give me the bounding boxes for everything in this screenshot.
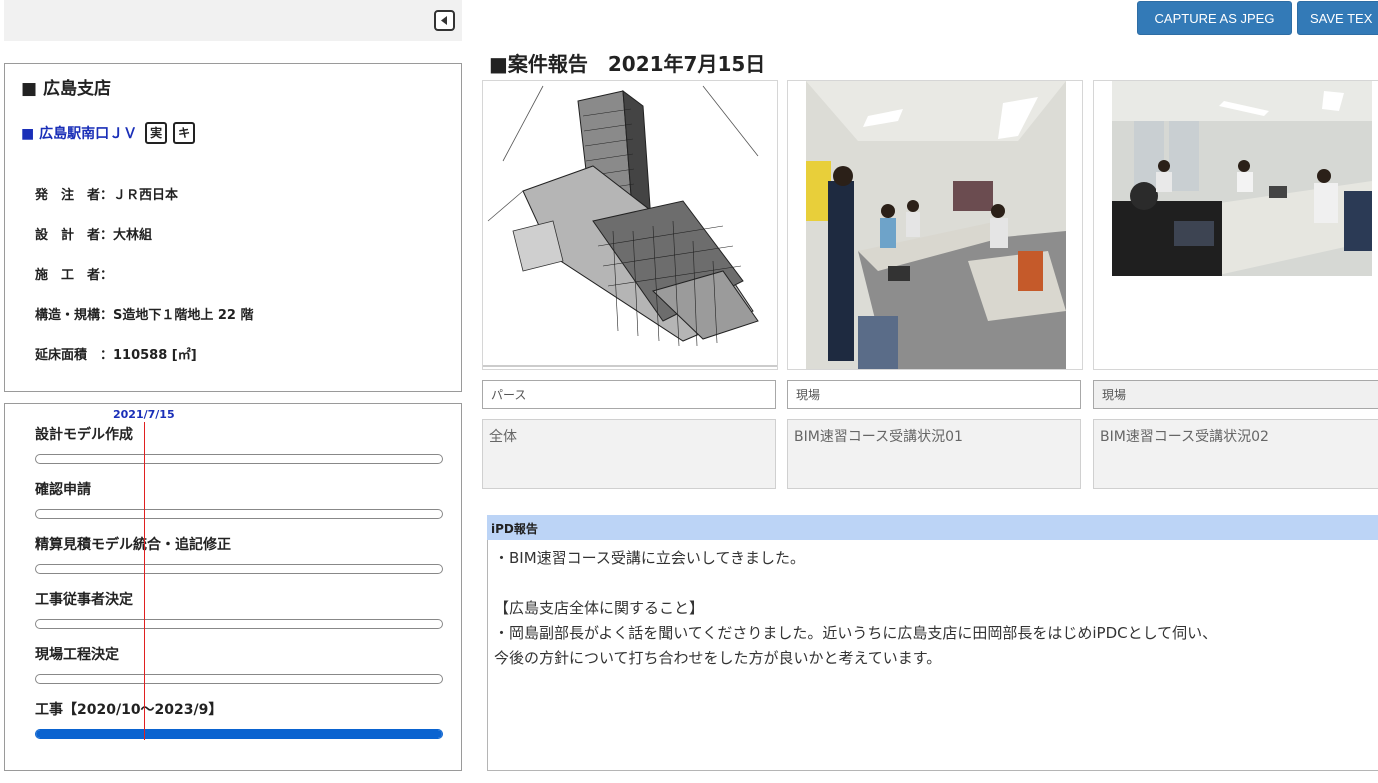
task-label: 工事従事者決定: [35, 592, 133, 608]
photo-caption-input[interactable]: [1093, 380, 1378, 409]
capture-jpeg-button[interactable]: CAPTURE AS JPEG: [1137, 1, 1292, 35]
task-progress-bar: [35, 454, 443, 464]
task-progress-bar: [35, 564, 443, 574]
triangle-left-icon: [441, 16, 447, 25]
today-date-label: 2021/7/15: [113, 408, 175, 421]
branch-title: ■ 広島支店: [21, 79, 111, 99]
photo-card-site-02[interactable]: [1093, 80, 1378, 370]
ipd-report-line: ・BIM速習コース受講に立会いしてきました。: [494, 549, 806, 567]
contractor-row: 施 工 者：: [35, 268, 114, 283]
project-info-panel: ■ 広島支店 ■ 広島駅南口ＪＶ 実 キ 発 注 者：ＪＲ西日本 設 計 者：大…: [4, 63, 462, 392]
designer-row: 設 計 者：大林組: [35, 228, 153, 243]
ipd-report-line: [494, 571, 1378, 596]
project-name-link[interactable]: ■ 広島駅南口ＪＶ: [21, 123, 137, 143]
photo-caption-input[interactable]: [787, 380, 1081, 409]
ipd-report-header: iPD報告: [487, 515, 1378, 540]
today-marker-line: [144, 422, 145, 740]
task-label: 設計モデル作成: [35, 427, 133, 443]
photo-caption-input[interactable]: [482, 380, 776, 409]
ipd-report-textarea[interactable]: ・BIM速習コース受講に立会いしてきました。 【広島支店全体に関すること】 ・岡…: [487, 540, 1378, 771]
photo-description-field[interactable]: BIM速習コース受講状況02: [1093, 419, 1378, 489]
meeting-room-photo-2: [1094, 81, 1378, 369]
schedule-panel: 2021/7/15 設計モデル作成 確認申請 精算見積モデル統合・追記修正 工事…: [4, 403, 462, 771]
task-label: 現場工程決定: [35, 647, 119, 663]
ipd-report-line: 今後の方針について打ち合わせをした方が良いかと考えています。: [494, 649, 942, 667]
client-row: 発 注 者：ＪＲ西日本: [35, 188, 179, 203]
photo-description-field[interactable]: BIM速習コース受講状況01: [787, 419, 1081, 489]
task-label: 確認申請: [35, 482, 91, 498]
floor-area-row: 延床面積 ：110588 [㎡]: [35, 348, 197, 363]
photo-description-field[interactable]: 全体: [482, 419, 776, 489]
meeting-room-photo-1: [788, 81, 1082, 369]
ipd-report-line: 【広島支店全体に関すること】: [494, 599, 705, 617]
task-progress-bar: [35, 509, 443, 519]
photo-card-site-01[interactable]: [787, 80, 1083, 370]
task-label: 精算見積モデル統合・追記修正: [35, 537, 231, 553]
structure-row: 構造・規構：S造地下１階地上 22 階: [35, 308, 254, 323]
sidebar-topbar: [4, 0, 462, 41]
task-progress-bar: [35, 729, 443, 739]
photo-card-perspective[interactable]: [482, 80, 778, 370]
task-label: 工事【2020/10～2023/9】: [35, 702, 223, 718]
ipd-report-line: ・岡島副部長がよく話を聞いてくださりました。近いうちに広島支店に田岡部長をはじめ…: [494, 624, 1218, 642]
task-progress-bar: [35, 674, 443, 684]
bim-model-image: [483, 81, 777, 369]
task-progress-bar: [35, 619, 443, 629]
save-text-button[interactable]: SAVE TEX: [1297, 1, 1378, 35]
project-line: ■ 広島駅南口ＪＶ 実 キ: [21, 122, 196, 144]
collapse-sidebar-button[interactable]: [434, 10, 455, 31]
report-title: ■案件報告 2021年7月15日: [489, 52, 766, 76]
tag-jitsu-button[interactable]: 実: [145, 122, 168, 144]
tag-ki-button[interactable]: キ: [173, 122, 196, 144]
